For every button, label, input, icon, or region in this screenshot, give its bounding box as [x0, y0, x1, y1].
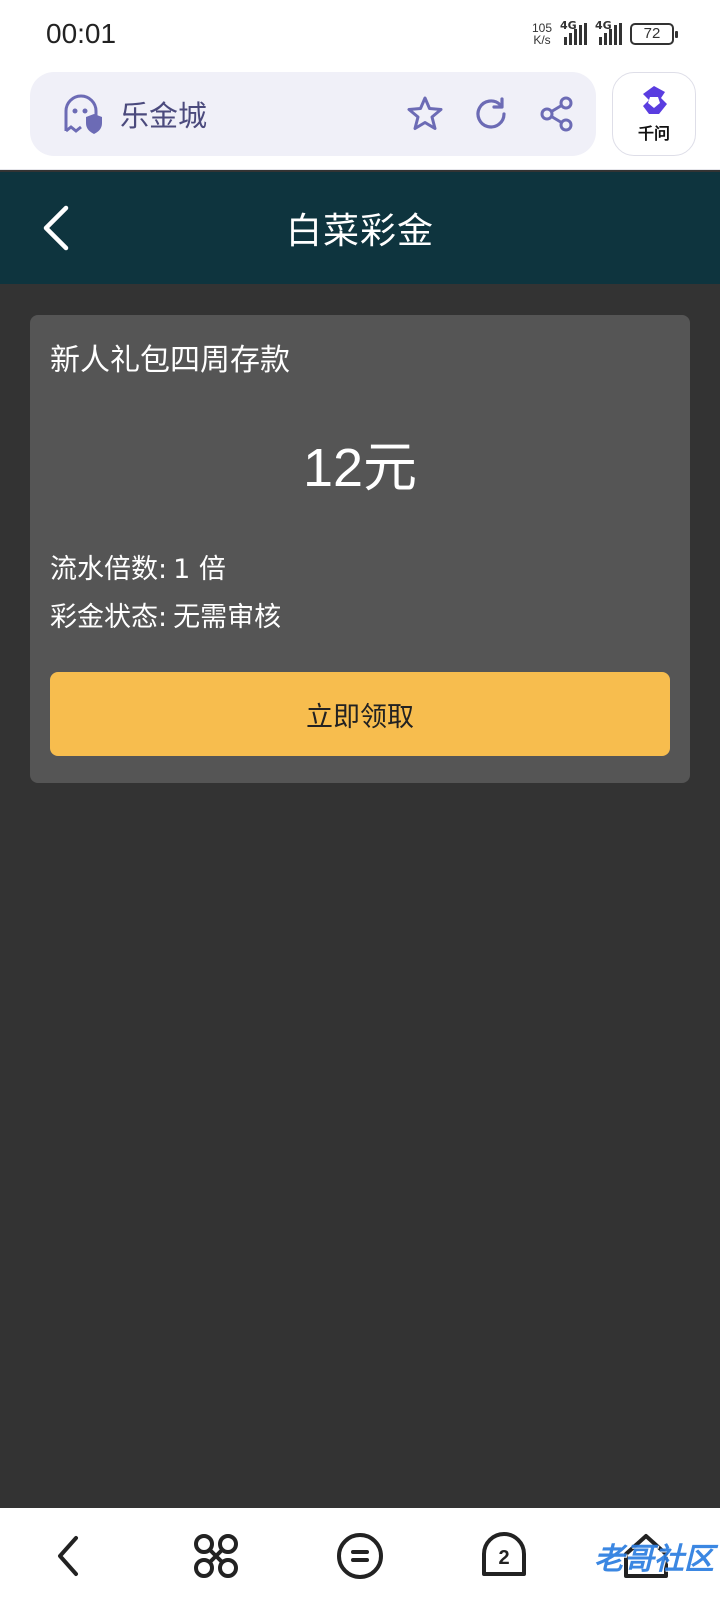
status-icons: 105 K/s 4G 4G 72 — [532, 19, 678, 46]
browser-toolbar: 乐金城 千问 — [0, 68, 720, 170]
bonus-title: 新人礼包四周存款 — [50, 343, 290, 378]
nav-back-button[interactable] — [44, 1530, 96, 1582]
sim2-label: 4G — [595, 19, 612, 32]
sim1-label: 4G — [560, 19, 577, 32]
signal-icon-sim1: 4G — [560, 19, 587, 45]
status-time: 00:01 — [46, 18, 117, 49]
command-icon — [194, 1534, 238, 1578]
nav-apps-button[interactable] — [190, 1530, 242, 1582]
ghost-shield-icon — [64, 94, 102, 134]
signal-icon-sim2: 4G — [595, 19, 622, 45]
page-header: 白菜彩金 — [0, 172, 720, 284]
address-bar[interactable]: 乐金城 — [30, 72, 596, 156]
back-arrow-icon[interactable] — [36, 202, 76, 254]
page: 00:01 105 K/s 4G 4G 72 乐金城 千问 白菜彩金 新人礼包四… — [0, 0, 720, 1604]
wager-value: 1 倍 — [173, 554, 226, 585]
bonus-card: 新人礼包四周存款 12元 流水倍数: 1 倍 彩金状态: 无需审核 立即领取 — [30, 315, 690, 783]
menu-circle-icon — [337, 1533, 383, 1579]
status-label: 彩金状态: — [50, 602, 168, 633]
status-bar: 00:01 105 K/s 4G 4G 72 — [0, 0, 720, 68]
star-icon[interactable] — [406, 95, 444, 133]
site-title: 乐金城 — [120, 99, 208, 133]
nav-menu-button[interactable] — [334, 1530, 386, 1582]
page-title: 白菜彩金 — [285, 211, 434, 252]
ai-assistant-label: 千问 — [637, 124, 670, 143]
chevron-left-icon — [58, 1536, 78, 1576]
tabs-icon: 2 — [482, 1532, 526, 1576]
watermark-logo: 老哥社区 — [594, 1542, 714, 1577]
network-speed-unit: K/s — [533, 33, 551, 47]
battery-icon: 72 — [630, 23, 678, 45]
network-speed: 105 K/s — [532, 22, 552, 46]
claim-button[interactable]: 立即领取 — [50, 672, 670, 756]
nav-tabs-button[interactable]: 2 — [478, 1530, 530, 1582]
ai-assistant-button[interactable]: 千问 — [612, 72, 696, 156]
tab-count: 2 — [498, 1547, 509, 1569]
status-value: 无需审核 — [173, 602, 282, 633]
address-bar-actions — [406, 95, 576, 133]
wager-label: 流水倍数: — [50, 554, 168, 585]
bonus-amount: 12元 — [302, 438, 418, 498]
share-icon[interactable] — [538, 95, 576, 133]
status-row: 彩金状态: 无需审核 — [50, 595, 281, 634]
wager-row: 流水倍数: 1 倍 — [50, 547, 226, 586]
ai-logo-icon — [643, 86, 667, 114]
refresh-icon[interactable] — [472, 95, 510, 133]
